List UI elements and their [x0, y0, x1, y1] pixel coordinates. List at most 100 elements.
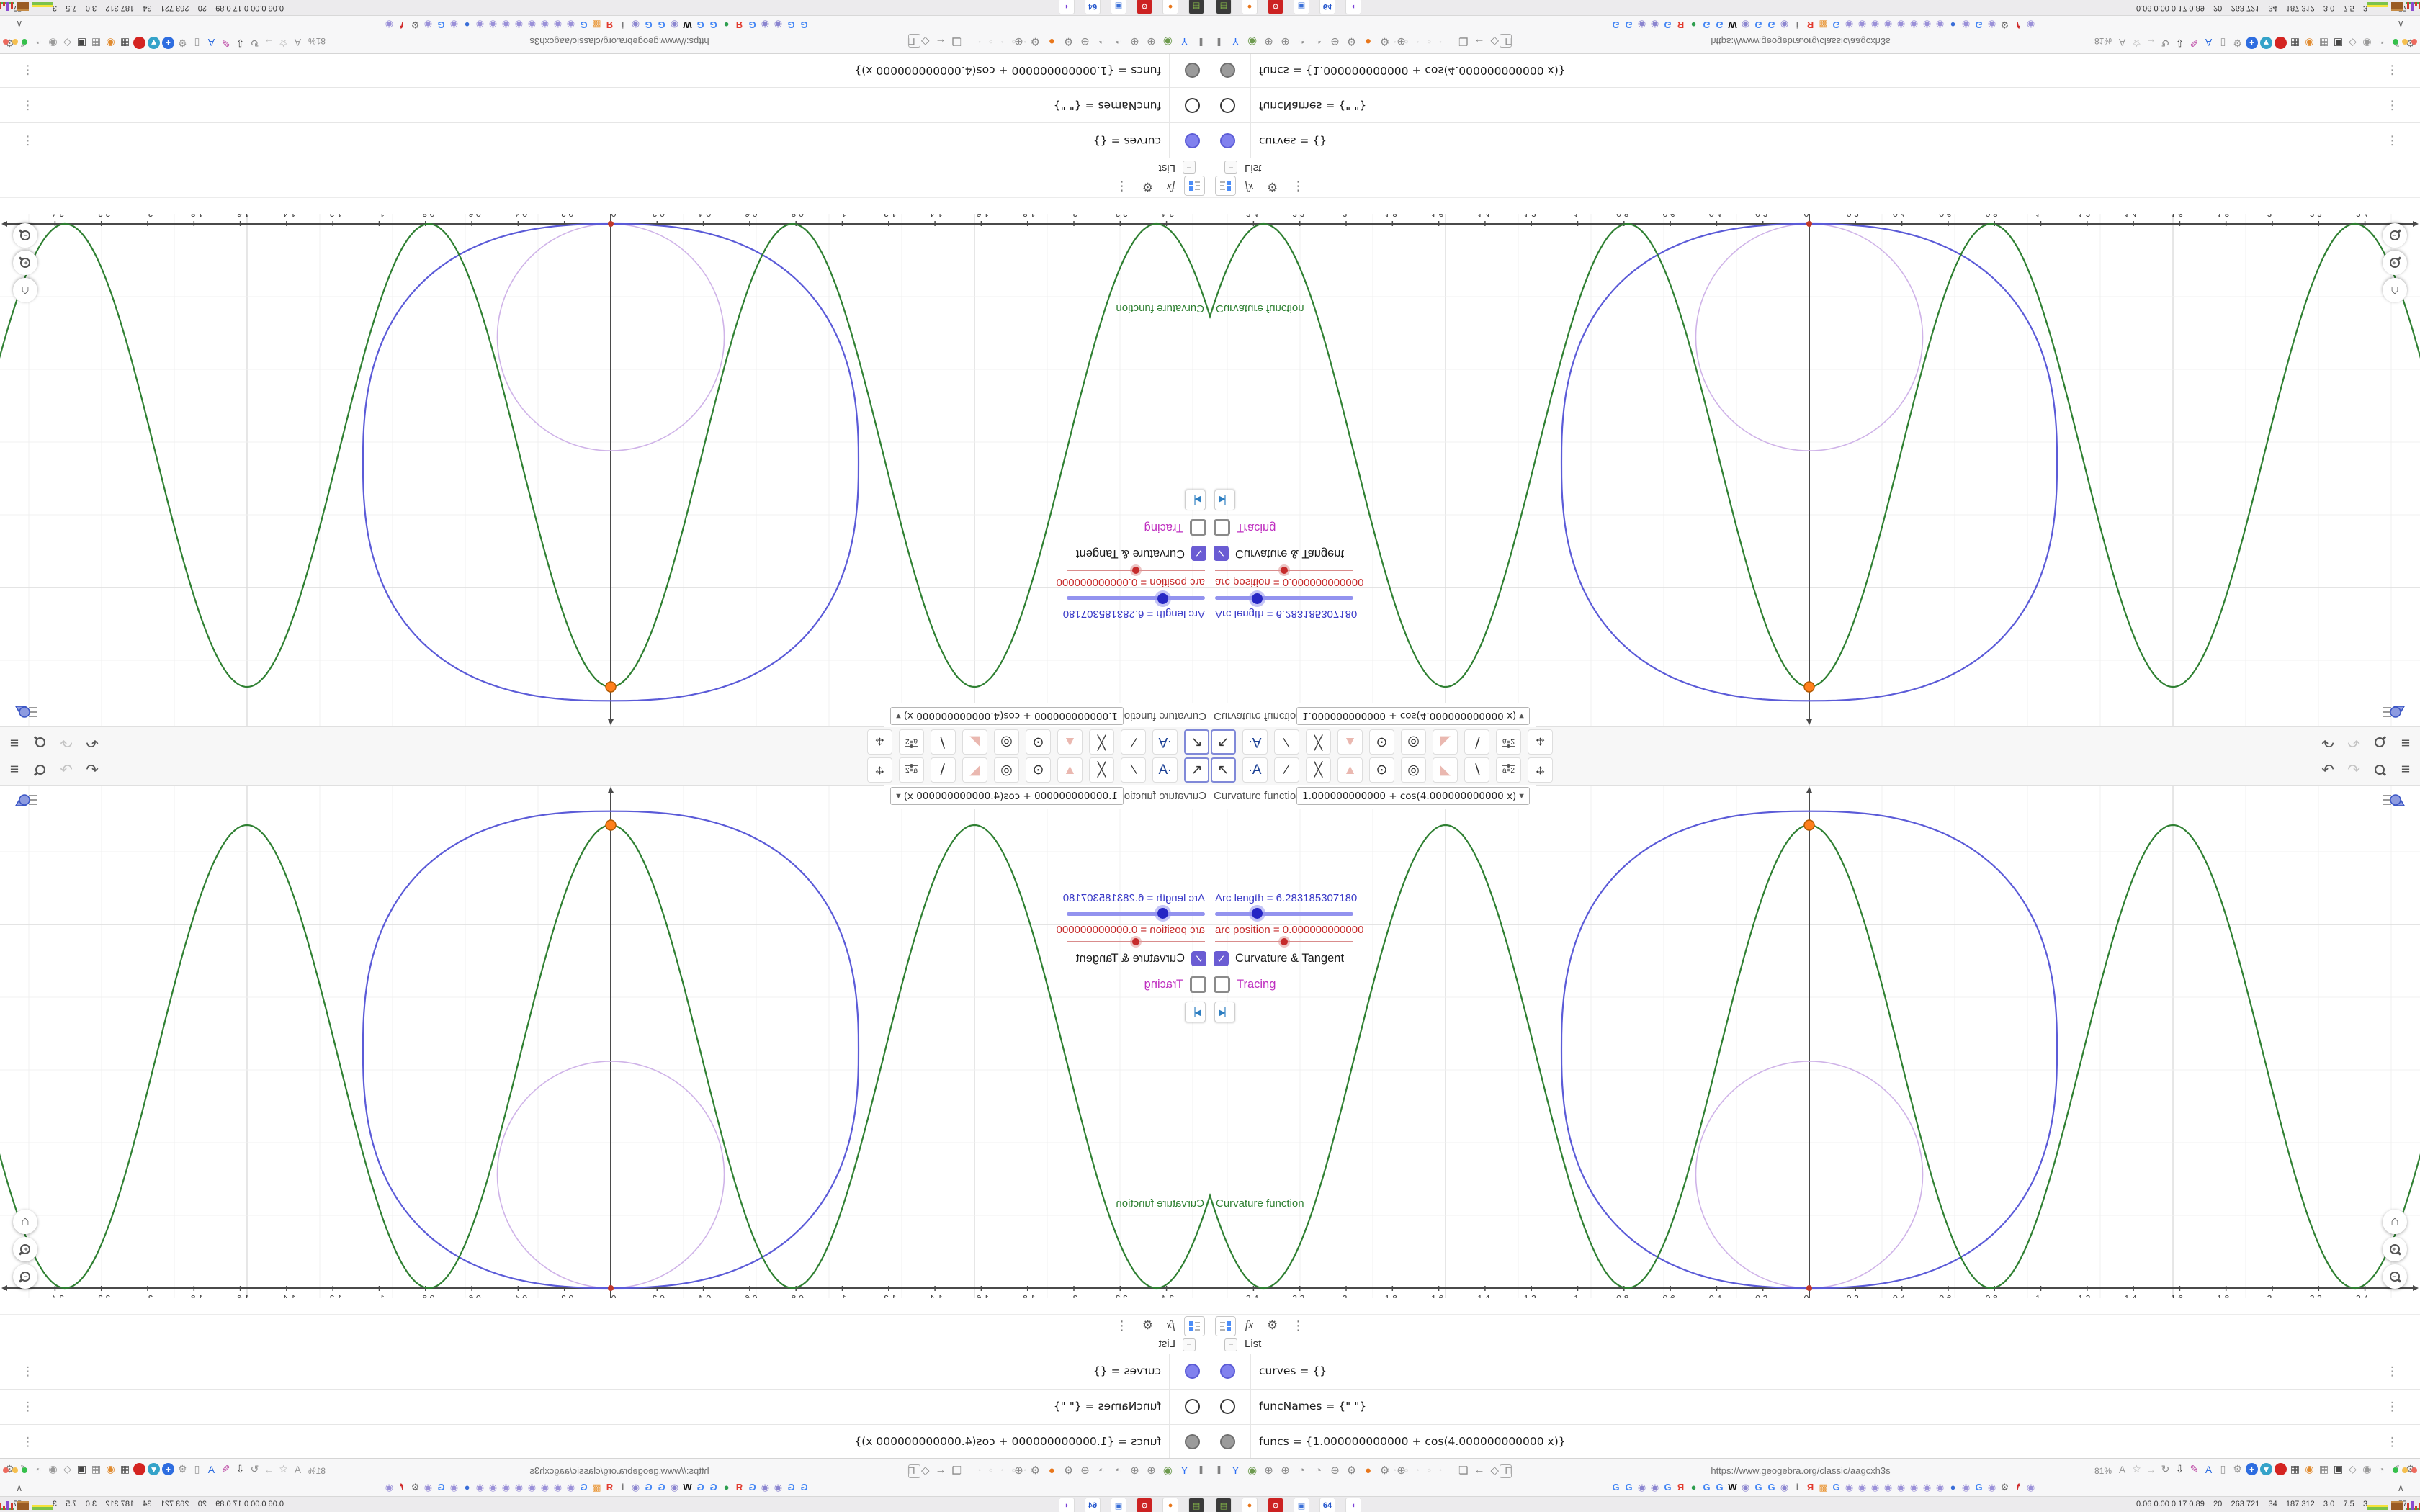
- extension-icon[interactable]: ▦: [119, 37, 131, 49]
- favicon[interactable]: ◉: [449, 19, 460, 31]
- favicon[interactable]: G: [643, 1482, 654, 1493]
- extension-icon[interactable]: ⇩: [2174, 1463, 2186, 1475]
- favicon[interactable]: ▩: [1818, 1482, 1829, 1493]
- dropdown-arrow-icon[interactable]: ▼: [895, 792, 902, 801]
- window-traffic-lights[interactable]: [2393, 39, 2417, 45]
- kebab-menu-icon[interactable]: ⋮: [2386, 1364, 2398, 1379]
- favicon[interactable]: G: [1662, 19, 1673, 30]
- function-input[interactable]: 1.000000000000 + cos(4.000000000000 x) ▼: [890, 707, 1124, 725]
- favicon[interactable]: ◉: [501, 19, 511, 31]
- extension-icon[interactable]: +: [162, 37, 174, 49]
- favicon[interactable]: ◉: [384, 1482, 395, 1493]
- gear-icon[interactable]: ⚙: [1263, 177, 1282, 196]
- extension-icon[interactable]: +: [162, 1463, 174, 1475]
- taskbar-app-icon[interactable]: ◖: [1059, 1498, 1075, 1512]
- arc-length-slider-knob[interactable]: [1252, 593, 1263, 604]
- favicon[interactable]: ◉: [565, 1482, 576, 1493]
- browser-icon[interactable]: Y: [1178, 36, 1191, 48]
- extension-icon[interactable]: ▦: [2318, 1463, 2330, 1475]
- extension-icon[interactable]: ▣: [76, 37, 88, 49]
- taskbar-app-icon[interactable]: 64: [1319, 0, 1335, 14]
- favicon[interactable]: ◉: [1740, 19, 1751, 31]
- taskbar-app-icon[interactable]: 64: [1085, 0, 1101, 14]
- favicon[interactable]: Я: [1675, 1482, 1686, 1493]
- favicon[interactable]: G: [695, 1482, 706, 1493]
- extension-icon[interactable]: ⚙: [176, 37, 189, 49]
- algebra-row-funcNames[interactable]: funcNames = {" "} ⋮: [0, 1389, 1210, 1424]
- arc-length-slider[interactable]: [1215, 908, 1353, 919]
- favicon[interactable]: ◉: [1844, 1482, 1855, 1493]
- skip-to-end-button[interactable]: ▶▏: [1214, 490, 1235, 510]
- tool-move-cursor[interactable]: ↖: [1184, 757, 1209, 783]
- favicon[interactable]: Я: [734, 19, 745, 30]
- browser-icon[interactable]: ⊕: [1129, 1464, 1141, 1477]
- tool-intersect-tool[interactable]: ╳: [1089, 729, 1114, 755]
- extension-icon[interactable]: ⚙: [2231, 1463, 2244, 1475]
- zoom-out-button[interactable]: −: [13, 1264, 37, 1289]
- extension-icon[interactable]: ☆: [2130, 1463, 2143, 1475]
- extension-icon[interactable]: ◉: [104, 1463, 117, 1475]
- favicon[interactable]: ◉: [773, 19, 784, 31]
- favicon[interactable]: Я: [604, 1482, 615, 1493]
- extension-icon[interactable]: ▦: [2289, 1463, 2301, 1475]
- extension-icon[interactable]: ▼: [2260, 37, 2272, 49]
- kebab-menu-icon[interactable]: ⋮: [2386, 63, 2398, 77]
- tool-segment-tool[interactable]: ∕: [1274, 729, 1299, 755]
- url-text[interactable]: https://www.geogebra.org/classic/aagcxh3…: [529, 36, 709, 47]
- favicon[interactable]: ⚙: [1999, 1482, 2010, 1493]
- search-icon[interactable]: [30, 732, 50, 752]
- favicon[interactable]: G: [708, 1482, 719, 1493]
- favicon[interactable]: ●: [462, 19, 472, 30]
- favicon[interactable]: G: [656, 1482, 667, 1493]
- browser-icon[interactable]: ◔: [1312, 1464, 1325, 1477]
- favicon[interactable]: ◉: [384, 19, 395, 31]
- url-text[interactable]: https://www.geogebra.org/classic/aagcxh3…: [1711, 1465, 1890, 1476]
- nav-icon[interactable]: ←: [1474, 1464, 1484, 1477]
- page-zoom-level[interactable]: 81%: [308, 1466, 326, 1476]
- favicon[interactable]: ◉: [669, 19, 680, 31]
- favicon[interactable]: ◉: [1870, 19, 1881, 31]
- window-traffic-lights[interactable]: [2393, 1467, 2417, 1473]
- tool-intersect-tool[interactable]: ╳: [1089, 757, 1114, 783]
- chevron-up-icon[interactable]: ∧: [16, 1482, 23, 1494]
- favicon[interactable]: G: [1831, 1482, 1842, 1493]
- url-text[interactable]: https://www.geogebra.org/classic/aagcxh3…: [529, 1465, 709, 1476]
- browser-icon[interactable]: ◔: [1112, 36, 1124, 48]
- browser-icon[interactable]: ◉: [1162, 35, 1174, 48]
- taskbar-app-icon[interactable]: ▤: [1188, 1498, 1204, 1512]
- kebab-menu-icon[interactable]: ⋮: [1289, 177, 1308, 196]
- extension-icon[interactable]: [2275, 37, 2287, 49]
- taskbar-app-icon[interactable]: ▤: [1216, 0, 1232, 14]
- algebra-row-funcs[interactable]: funcs = {1.000000000000 + cos(4.00000000…: [1210, 1424, 2420, 1460]
- browser-icon[interactable]: Y: [1229, 36, 1242, 48]
- undo-button[interactable]: ↶: [2318, 760, 2338, 780]
- favicon[interactable]: ◉: [1649, 1482, 1660, 1493]
- taskbar-app-icon[interactable]: ▤: [1216, 1498, 1232, 1512]
- tool-circle-tool[interactable]: ⊙: [1369, 729, 1394, 755]
- curvature-tangent-checkbox[interactable]: ✓: [1214, 951, 1229, 966]
- favicon[interactable]: G: [436, 19, 447, 30]
- fx-settings-icon[interactable]: fx: [1161, 177, 1180, 196]
- tool-slider-tool[interactable]: a=2: [1496, 729, 1521, 755]
- collapse-icon[interactable]: −: [1224, 161, 1237, 174]
- window-traffic-lights[interactable]: [3, 1467, 27, 1473]
- favicon[interactable]: ◉: [1896, 19, 1906, 31]
- favicon[interactable]: G: [1623, 1482, 1634, 1493]
- dropdown-arrow-icon[interactable]: ▼: [895, 711, 902, 720]
- taskbar-app-icon[interactable]: ▣: [1111, 0, 1126, 14]
- skip-to-end-button[interactable]: ▶▏: [1214, 1002, 1235, 1022]
- stylebar-toggle-icon[interactable]: [14, 790, 39, 810]
- kebab-menu-icon[interactable]: ⋮: [1112, 1316, 1131, 1335]
- tool-point-tool[interactable]: ∙A: [1242, 729, 1268, 755]
- favicon[interactable]: ◉: [1960, 19, 1971, 31]
- browser-icon[interactable]: ⊕: [1263, 1464, 1275, 1477]
- favicon[interactable]: G: [1662, 1482, 1673, 1493]
- favicon[interactable]: ◉: [2025, 19, 2036, 31]
- arc-position-slider-knob[interactable]: [1132, 567, 1139, 574]
- favicon[interactable]: G: [1610, 19, 1621, 30]
- page-zoom-level[interactable]: 81%: [2094, 1466, 2112, 1476]
- kebab-menu-icon[interactable]: ⋮: [2386, 1435, 2398, 1449]
- nav-icon[interactable]: ❏: [1458, 1464, 1468, 1477]
- favicon[interactable]: ◉: [423, 1482, 434, 1493]
- browser-icon[interactable]: ●: [1362, 1464, 1374, 1477]
